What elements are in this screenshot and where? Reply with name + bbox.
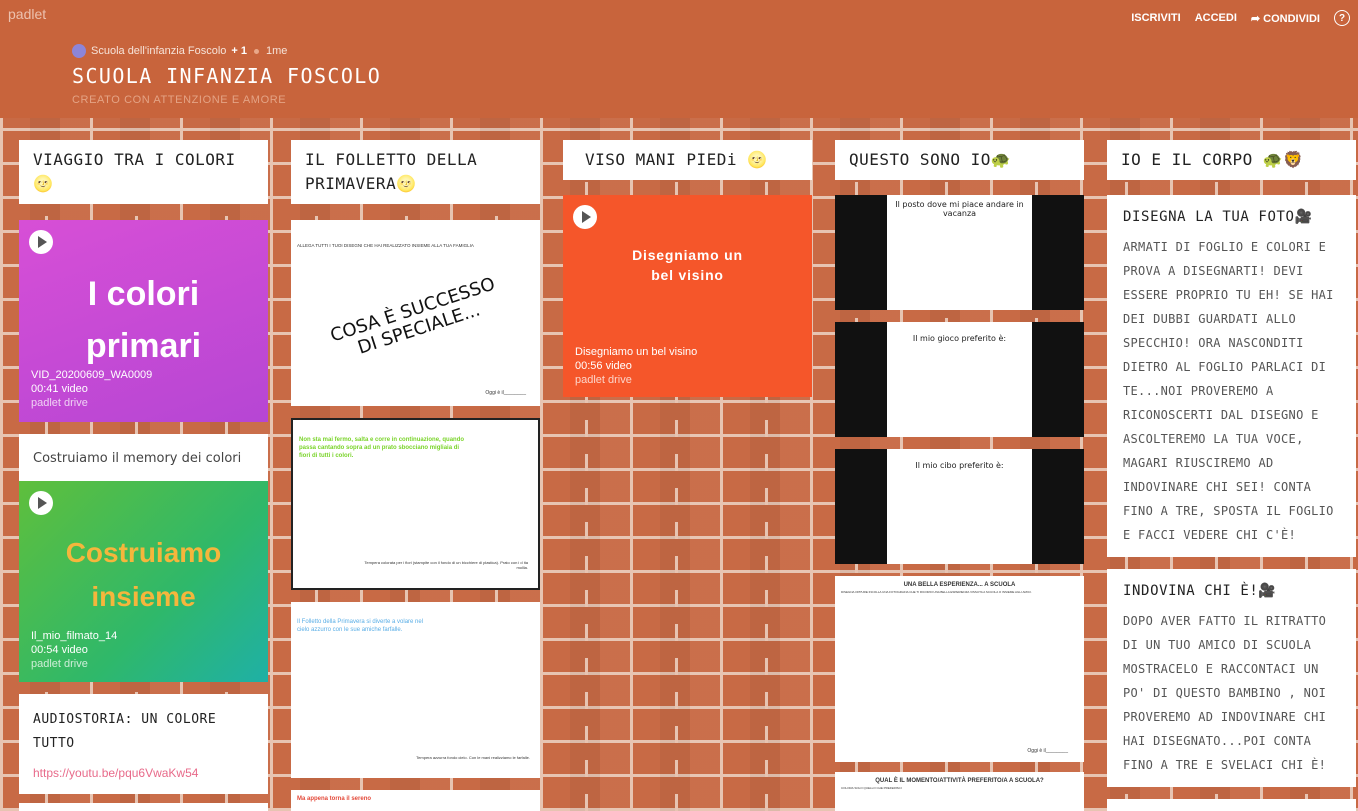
video-meta: Il_mio_filmato_14 00:54 video padlet dri… <box>31 629 117 671</box>
next-card-peek <box>1107 799 1356 811</box>
audiostoria-card[interactable]: AUDIOSTORIA: UN COLORE TUTTO https://you… <box>19 694 268 794</box>
scheda-bella-esperienza[interactable]: UNA BELLA ESPERIENZA... A SCUOLA DISEGNA… <box>835 576 1084 762</box>
video-meta: VID_20200609_WA0009 00:41 video padlet d… <box>31 368 152 410</box>
card-title: DISEGNA LA TUA FOTO🎥 <box>1123 209 1313 225</box>
scheda-momento-preferito[interactable]: QUAL È IL MOMENTO/ATTIVITÀ PREFERITO/A A… <box>835 772 1084 811</box>
column-title[interactable]: VISO MANI PIEDi 🌝 <box>563 140 812 180</box>
scheda-instructions: COLORA SOLO QUELLO CHE PREFERISCI <box>841 786 902 790</box>
padlet-meta: Scuola dell'infanzia Foscolo + 1 1me <box>72 44 287 58</box>
card-body: ARMATI DI FOGLIO E COLORI E PROVA A DISE… <box>1123 240 1334 542</box>
video-card-disegniamo-visino[interactable]: Disegniamo un bel visino Disegniamo un b… <box>563 195 812 397</box>
memory-video[interactable]: Costruiamo insieme Il_mio_filmato_14 00:… <box>19 481 268 682</box>
scheda-cibo[interactable]: Il mio cibo preferito è: <box>835 449 1084 564</box>
top-nav: ISCRIVITI ACCEDI ➦ CONDIVIDI ? <box>1131 10 1350 26</box>
scheda-text: Il mio cibo preferito è: <box>887 449 1032 564</box>
video-thumbnail-text: Costruiamo insieme <box>65 537 222 612</box>
column-title[interactable]: IO E IL CORPO 🐢🦁 <box>1107 140 1356 180</box>
help-icon[interactable]: ? <box>1334 10 1350 26</box>
audiostoria-link[interactable]: https://youtu.be/pqu6VwaKw54 <box>33 766 254 780</box>
audiostoria-title: AUDIOSTORIA: UN COLORE TUTTO <box>33 712 217 751</box>
scheda-text: Il posto dove mi piace andare in vacanza <box>887 195 1032 310</box>
scheda-text: Il mio gioco preferito è: <box>887 322 1032 437</box>
doc-card-sereno[interactable]: Ma appena torna il sereno <box>291 790 540 811</box>
memory-card[interactable]: Costruiamo il memory dei colori Costruia… <box>19 434 268 682</box>
video-source: padlet drive <box>31 397 88 409</box>
scheda-footer: Oggi è il________ <box>1027 748 1068 754</box>
scheda-gioco[interactable]: Il mio gioco preferito è: <box>835 322 1084 437</box>
next-card-peek <box>19 803 268 811</box>
scheda-vacanza[interactable]: Il posto dove mi piace andare in vacanza <box>835 195 1084 310</box>
doc-card-cosa-e-successo[interactable]: ALLEGA TUTTI I TUOI DISEGNI CHE HAI REAL… <box>291 220 540 406</box>
doc-text: Il Folletto della Primavera si diverte a… <box>297 619 424 633</box>
video-source: padlet drive <box>575 374 632 386</box>
video-filename: Disegniamo un bel visino <box>575 346 698 358</box>
signup-link[interactable]: ISCRIVITI <box>1131 12 1181 24</box>
doc-card-folletto-vola[interactable]: Il Folletto della Primavera si diverte a… <box>291 602 540 778</box>
column-questo-sono-io: QUESTO SONO IO🐢 <box>835 140 1084 180</box>
column-title[interactable]: IL FOLLETTO DELLA PRIMAVERA🌝 <box>291 140 540 204</box>
doc-big-text: COSA È SUCCESSO DI SPECIALE... <box>327 273 498 359</box>
video-duration: 00:56 video <box>575 360 632 372</box>
collaborators-count: + 1 <box>231 45 248 57</box>
login-link[interactable]: ACCEDI <box>1195 12 1237 24</box>
scheda-title: QUAL È IL MOMENTO/ATTIVITÀ PREFERITO/A A… <box>875 778 1044 784</box>
avatar[interactable] <box>72 44 86 58</box>
doc-footer: Tempera colorata per i fiori (stampite c… <box>364 560 528 570</box>
scheda-title: UNA BELLA ESPERIENZA... A SCUOLA <box>903 582 1016 588</box>
column-folletto-primavera: IL FOLLETTO DELLA PRIMAVERA🌝 <box>291 140 540 204</box>
video-filename: VID_20200609_WA0009 <box>31 369 153 381</box>
video-source: padlet drive <box>31 658 88 670</box>
doc-text: Ma appena torna il sereno <box>297 796 372 802</box>
video-filename: Il_mio_filmato_14 <box>31 630 118 642</box>
page-subtitle: CREATO CON ATTENZIONE E AMORE <box>72 94 287 106</box>
page-title: SCUOLA INFANZIA FOSCOLO <box>72 64 382 88</box>
play-icon[interactable] <box>29 230 53 254</box>
card-disegna-la-tua-foto[interactable]: DISEGNA LA TUA FOTO🎥 ARMATI DI FOGLIO E … <box>1107 195 1356 557</box>
column-io-e-il-corpo: IO E IL CORPO 🐢🦁 <box>1107 140 1356 180</box>
video-thumbnail-text: I colori primari <box>85 275 202 365</box>
doc-footer: Tempera azzurra fondo cielo. Con le mani… <box>416 755 530 760</box>
scheda-instructions: DISEGNA OPPURE INCOLLA UNA FOTOGRAFIA CH… <box>841 590 1032 594</box>
play-icon[interactable] <box>573 205 597 229</box>
doc-footer: Oggi è il________ <box>485 390 526 396</box>
memory-caption: Costruiamo il memory dei colori <box>33 451 242 466</box>
padlet-logo[interactable]: padlet <box>8 6 46 22</box>
column-title[interactable]: VIAGGIO TRA I COLORI🌝 <box>19 140 268 204</box>
share-button[interactable]: ➦ CONDIVIDI <box>1251 12 1320 25</box>
video-meta: Disegniamo un bel visino 00:56 video pad… <box>575 345 697 387</box>
card-body: DOPO AVER FATTO IL RITRATTO DI UN TUO AM… <box>1123 614 1327 772</box>
video-duration: 00:54 video <box>31 644 88 656</box>
video-duration: 00:41 video <box>31 383 88 395</box>
video-thumbnail-text: Disegniamo un bel visino <box>632 247 743 283</box>
play-icon[interactable] <box>29 491 53 515</box>
video-card-colori-primari[interactable]: I colori primari VID_20200609_WA0009 00:… <box>19 220 268 422</box>
padlet-header: padlet ISCRIVITI ACCEDI ➦ CONDIVIDI ? Sc… <box>0 0 1358 118</box>
author-name[interactable]: Scuola dell'infanzia Foscolo <box>91 45 226 57</box>
column-viaggio-tra-i-colori: VIAGGIO TRA I COLORI🌝 <box>19 140 268 204</box>
separator-dot <box>254 48 260 54</box>
doc-text: Non sta mai fermo, salta e corre in cont… <box>299 437 465 459</box>
column-title[interactable]: QUESTO SONO IO🐢 <box>835 140 1084 180</box>
doc-header-text: ALLEGA TUTTI I TUOI DISEGNI CHE HAI REAL… <box>297 243 474 248</box>
doc-card-non-sta-mai-fermo[interactable]: Non sta mai fermo, salta e corre in cont… <box>291 418 540 590</box>
card-indovina-chi-e[interactable]: INDOVINA CHI È!🎥 DOPO AVER FATTO IL RITR… <box>1107 569 1356 787</box>
share-label: CONDIVIDI <box>1263 12 1320 25</box>
column-viso-mani-piedi: VISO MANI PIEDi 🌝 <box>563 140 812 180</box>
share-arrow-icon: ➦ <box>1250 12 1261 25</box>
padlet-age: 1me <box>266 45 288 57</box>
card-title: INDOVINA CHI È!🎥 <box>1123 583 1277 599</box>
